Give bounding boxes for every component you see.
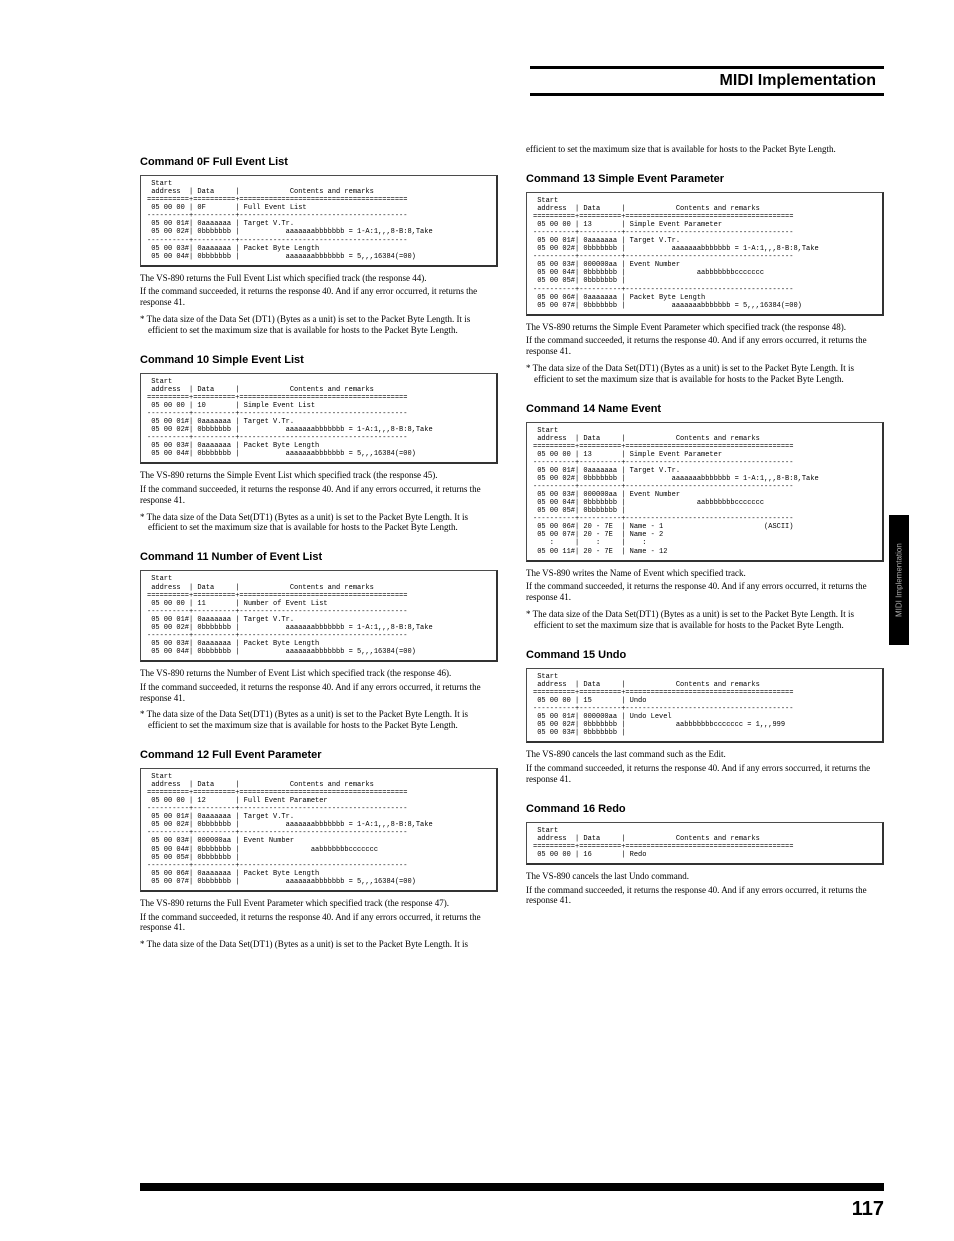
cmd11-title: Command 11 Number of Event List <box>140 551 498 564</box>
cmd13-table: Start address | Data | Contents and rema… <box>526 192 884 316</box>
page-number: 117 <box>852 1198 884 1221</box>
cmd15-p2: If the command succeeded, it returns the… <box>526 763 884 785</box>
cmd12-p2: If the command succeeded, it returns the… <box>140 912 498 934</box>
header-title: MIDI Implementation <box>720 72 876 90</box>
cmd0f-note: * The data size of the Data Set (DT1) (B… <box>148 314 498 336</box>
cmd0f-p2: If the command succeeded, it returns the… <box>140 286 498 308</box>
cmd13-p2: If the command succeeded, it returns the… <box>526 335 884 357</box>
cmd14-p2: If the command succeeded, it returns the… <box>526 581 884 603</box>
cmd14-p1: The VS-890 writes the Name of Event whic… <box>526 568 884 579</box>
right-column: efficient to set the maximum size that i… <box>526 138 884 956</box>
cmd10-note: * The data size of the Data Set(DT1) (By… <box>148 512 498 534</box>
cmd10-p2: If the command succeeded, it returns the… <box>140 484 498 506</box>
cmd14-title: Command 14 Name Event <box>526 403 884 416</box>
cmd16-title: Command 16 Redo <box>526 803 884 816</box>
cmd15-p1: The VS-890 cancels the last command such… <box>526 749 884 760</box>
cmd16-p2: If the command succeeded, it returns the… <box>526 885 884 907</box>
cmd15-table: Start address | Data | Contents and rema… <box>526 668 884 743</box>
cmd16-p1: The VS-890 cancels the last Undo command… <box>526 871 884 882</box>
cmd12-title: Command 12 Full Event Parameter <box>140 749 498 762</box>
right-cont: efficient to set the maximum size that i… <box>526 144 884 155</box>
cmd0f-p1: The VS-890 returns the Full Event List w… <box>140 273 498 284</box>
side-tab: MIDI Implementation <box>889 515 909 645</box>
cmd14-note: * The data size of the Data Set(DT1) (By… <box>534 609 884 631</box>
cmd12-p1: The VS-890 returns the Full Event Parame… <box>140 898 498 909</box>
page-header: MIDI Implementation <box>530 66 884 96</box>
cmd10-table: Start address | Data | Contents and rema… <box>140 373 498 464</box>
left-column: Command 0F Full Event List Start address… <box>140 138 498 956</box>
cmd11-p2: If the command succeeded, it returns the… <box>140 682 498 704</box>
cmd0f-table: Start address | Data | Contents and rema… <box>140 175 498 266</box>
footer-bar <box>140 1183 884 1191</box>
cmd12-note: * The data size of the Data Set(DT1) (By… <box>148 939 498 950</box>
cmd10-title: Command 10 Simple Event List <box>140 354 498 367</box>
cmd11-table: Start address | Data | Contents and rema… <box>140 570 498 661</box>
cmd12-table: Start address | Data | Contents and rema… <box>140 768 498 892</box>
cmd16-table: Start address | Data | Contents and rema… <box>526 822 884 865</box>
cmd13-title: Command 13 Simple Event Parameter <box>526 173 884 186</box>
cmd0f-title: Command 0F Full Event List <box>140 156 498 169</box>
cmd13-note: * The data size of the Data Set(DT1) (By… <box>534 363 884 385</box>
cmd15-title: Command 15 Undo <box>526 649 884 662</box>
cmd11-p1: The VS-890 returns the Number of Event L… <box>140 668 498 679</box>
cmd13-p1: The VS-890 returns the Simple Event Para… <box>526 322 884 333</box>
cmd10-p1: The VS-890 returns the Simple Event List… <box>140 470 498 481</box>
cmd14-table: Start address | Data | Contents and rema… <box>526 422 884 562</box>
cmd11-note: * The data size of the Data Set(DT1) (By… <box>148 709 498 731</box>
